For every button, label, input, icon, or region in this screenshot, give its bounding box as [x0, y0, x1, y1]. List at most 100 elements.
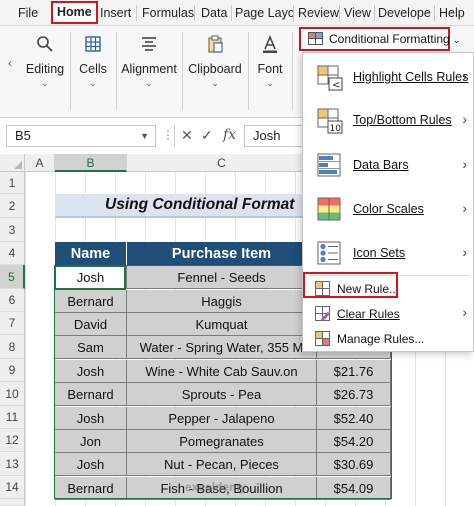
cells-icon	[85, 36, 101, 52]
more-options-icon[interactable]: ⋮	[162, 128, 174, 142]
row-header-9[interactable]: 9	[0, 359, 25, 382]
header-name[interactable]: Name	[55, 242, 127, 266]
menu-item-label: Color Scales	[353, 202, 424, 216]
name-box[interactable]: B5 ▼	[6, 125, 156, 147]
tab-view[interactable]: View	[340, 3, 375, 23]
row-header-14[interactable]: 14	[0, 476, 25, 499]
ribbon-group-label: Cells	[79, 62, 107, 76]
menu-item-label: Manage Rules...	[337, 332, 424, 346]
menu-item-top-bottom-rules[interactable]: 10 Top/Bottom Rules ›	[303, 106, 474, 136]
row-header-8[interactable]: 8	[0, 335, 25, 359]
tab-review[interactable]: Review	[294, 3, 343, 23]
ribbon-group-clipboard[interactable]: Clipboard ⌄	[184, 26, 246, 118]
conditional-formatting-menu: < Highlight Cells Rules › 10 Top/Bottom …	[302, 52, 474, 352]
cell-purchase-item[interactable]: Nut - Pecan, Pieces	[127, 453, 317, 476]
column-header-a[interactable]: A	[25, 154, 55, 172]
name-box-value: B5	[15, 128, 31, 143]
ribbon-group-editing[interactable]: Editing ⌄	[22, 26, 68, 118]
cell-purchase-item[interactable]: Water - Spring Water, 355 M	[127, 336, 317, 359]
ribbon-group-font[interactable]: Font ⌄	[250, 26, 290, 118]
cell-name[interactable]: Josh	[55, 453, 127, 476]
cell-name[interactable]: Bernard	[55, 477, 127, 500]
ribbon-group-alignment[interactable]: Alignment ⌄	[118, 26, 180, 118]
cell-price[interactable]: $21.76	[317, 360, 391, 383]
cell-purchase-item[interactable]: Pomegranates	[127, 430, 317, 453]
insert-function-button[interactable]: fx	[223, 127, 236, 143]
row-header-3[interactable]: 3	[0, 218, 25, 242]
row-header-5[interactable]: 5	[0, 265, 25, 289]
sheet-title[interactable]: Using Conditional Format	[55, 194, 315, 218]
tab-help[interactable]: Help	[435, 3, 469, 23]
header-purchase-item[interactable]: Purchase Item	[127, 242, 317, 266]
column-header-c[interactable]: C	[127, 154, 317, 172]
cell-purchase-item[interactable]: Pepper - Jalapeno	[127, 407, 317, 430]
row-header-4[interactable]: 4	[0, 242, 25, 265]
row-header-6[interactable]: 6	[0, 289, 25, 312]
ribbon-group-cells[interactable]: Cells ⌄	[72, 26, 114, 118]
svg-text:<: <	[332, 80, 340, 91]
cell-name[interactable]: Josh	[55, 407, 127, 430]
row-header-1[interactable]: 1	[0, 172, 25, 194]
cell-purchase-item[interactable]: Wine - White Cab Sauv.on	[127, 360, 317, 383]
column-header-b[interactable]: B	[55, 154, 127, 172]
clipboard-icon	[208, 35, 223, 53]
row-header-11[interactable]: 11	[0, 406, 25, 429]
icon-sets-icon	[317, 241, 341, 265]
submenu-arrow-icon: ›	[462, 244, 467, 260]
menu-item-label-text: Clear Rules	[337, 307, 400, 321]
ribbon-scroll-left-icon[interactable]: ‹	[8, 56, 12, 70]
enter-icon[interactable]: ✓	[201, 127, 213, 144]
tab-formulas[interactable]: Formulas	[138, 3, 198, 23]
tab-file[interactable]: File	[14, 3, 42, 23]
tab-page-layout[interactable]: Page Layc	[231, 3, 298, 23]
cell-price[interactable]: $54.20	[317, 430, 391, 453]
conditional-formatting-button[interactable]: Conditional Formatting ⌄	[299, 27, 460, 51]
formula-buttons: ✕ ✓ fx	[174, 125, 244, 147]
tab-home[interactable]: Home	[51, 1, 98, 24]
row-header-15[interactable]	[0, 499, 25, 506]
cell-purchase-item[interactable]: Haggis	[127, 290, 317, 313]
row-header-12[interactable]: 12	[0, 429, 25, 452]
menu-item-color-scales[interactable]: Color Scales ›	[303, 195, 474, 225]
cell-price[interactable]: $30.69	[317, 453, 391, 476]
cell-price[interactable]: $54.09	[317, 477, 391, 500]
cell-name[interactable]: Bernard	[55, 290, 127, 313]
row-header-7[interactable]: 7	[0, 312, 25, 335]
table-row: Josh Pepper - Jalapeno $52.40	[55, 407, 391, 430]
menu-item-clear-rules[interactable]: Clear Rules ›	[303, 304, 474, 324]
row-header-10[interactable]: 10	[0, 382, 25, 406]
clear-rules-icon	[315, 306, 330, 321]
tab-data[interactable]: Data	[197, 3, 231, 23]
cell-purchase-item[interactable]: Kumquat	[127, 313, 317, 336]
cell-name[interactable]: Josh	[55, 360, 127, 383]
menu-item-highlight-cells-rules[interactable]: < Highlight Cells Rules ›	[303, 63, 474, 93]
row-header-2[interactable]: 2	[0, 194, 25, 218]
table-row: Bernard Sprouts - Pea $26.73	[55, 383, 391, 406]
menu-item-manage-rules[interactable]: Manage Rules...	[303, 329, 474, 349]
manage-rules-icon	[315, 331, 330, 346]
row-header-13[interactable]: 13	[0, 452, 25, 476]
menu-item-data-bars[interactable]: Data Bars ›	[303, 151, 474, 181]
ribbon-group-label: Alignment	[121, 62, 177, 76]
select-all-corner[interactable]	[0, 154, 25, 172]
cell-name[interactable]: Jon	[55, 430, 127, 453]
menu-item-new-rule[interactable]: New Rule...	[303, 279, 474, 299]
cell-name[interactable]: Sam	[55, 336, 127, 359]
cell-purchase-item[interactable]: Fennel - Seeds	[127, 266, 317, 289]
cell-name[interactable]: Bernard	[55, 383, 127, 406]
cell-purchase-item[interactable]: Sprouts - Pea	[127, 383, 317, 406]
tab-insert[interactable]: Insert	[96, 3, 135, 23]
menu-item-label: Icon Sets	[353, 246, 405, 260]
menu-item-label-text: Data Bars	[353, 158, 409, 172]
chevron-down-icon[interactable]: ▼	[140, 126, 149, 146]
menu-item-icon-sets[interactable]: Icon Sets ›	[303, 239, 474, 269]
cancel-icon[interactable]: ✕	[181, 127, 193, 144]
menu-item-label-text: New Rule...	[337, 282, 400, 296]
cell-price[interactable]: $26.73	[317, 383, 391, 406]
cell-name[interactable]: David	[55, 313, 127, 336]
cell-name[interactable]: Josh	[55, 266, 127, 289]
tab-separator	[194, 5, 195, 21]
cell-price[interactable]: $52.40	[317, 407, 391, 430]
ribbon-separator	[292, 32, 293, 110]
tab-developer[interactable]: Develope	[374, 3, 435, 23]
